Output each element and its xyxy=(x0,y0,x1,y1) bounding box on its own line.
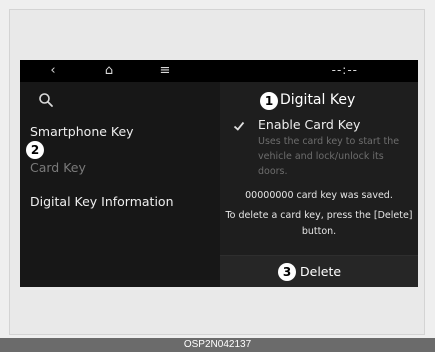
callout-1: 1 xyxy=(260,92,278,110)
menu-item-digital-key-information[interactable]: Digital Key Information xyxy=(30,194,174,209)
enable-card-key-description: Uses the card key to start the vehicle a… xyxy=(258,136,400,177)
infotainment-screen: ‹ ⌂ ≡ --:-- Smartphone Key Card Key Digi… xyxy=(20,60,418,287)
delete-button[interactable]: 3 Delete xyxy=(220,255,418,287)
home-icon[interactable]: ⌂ xyxy=(98,62,120,80)
settings-menu: Smartphone Key Card Key Digital Key Info… xyxy=(20,82,220,287)
menu-icon[interactable]: ≡ xyxy=(154,62,176,80)
enable-card-key-label[interactable]: Enable Card Key xyxy=(258,117,360,132)
top-bar: ‹ ⌂ ≡ --:-- xyxy=(20,60,418,82)
search-icon[interactable] xyxy=(38,92,54,108)
menu-item-card-key[interactable]: Card Key xyxy=(30,160,86,175)
callout-3: 3 xyxy=(278,263,296,281)
page-title: Digital Key xyxy=(280,92,356,108)
delete-hint-text: To delete a card key, press the [Delete]… xyxy=(225,210,413,237)
figure-caption: OSP2N042137 xyxy=(0,338,435,352)
callout-2: 2 xyxy=(26,141,44,159)
delete-button-label: Delete xyxy=(300,264,342,279)
checkbox-enable-card-key[interactable] xyxy=(233,120,245,132)
menu-item-smartphone-key[interactable]: Smartphone Key xyxy=(30,124,134,139)
card-key-detail: 1 Digital Key Enable Card Key Uses the c… xyxy=(220,82,418,287)
clock: --:-- xyxy=(331,63,358,77)
saved-status-text: 00000000 card key was saved. xyxy=(245,190,393,201)
back-icon[interactable]: ‹ xyxy=(42,62,64,80)
